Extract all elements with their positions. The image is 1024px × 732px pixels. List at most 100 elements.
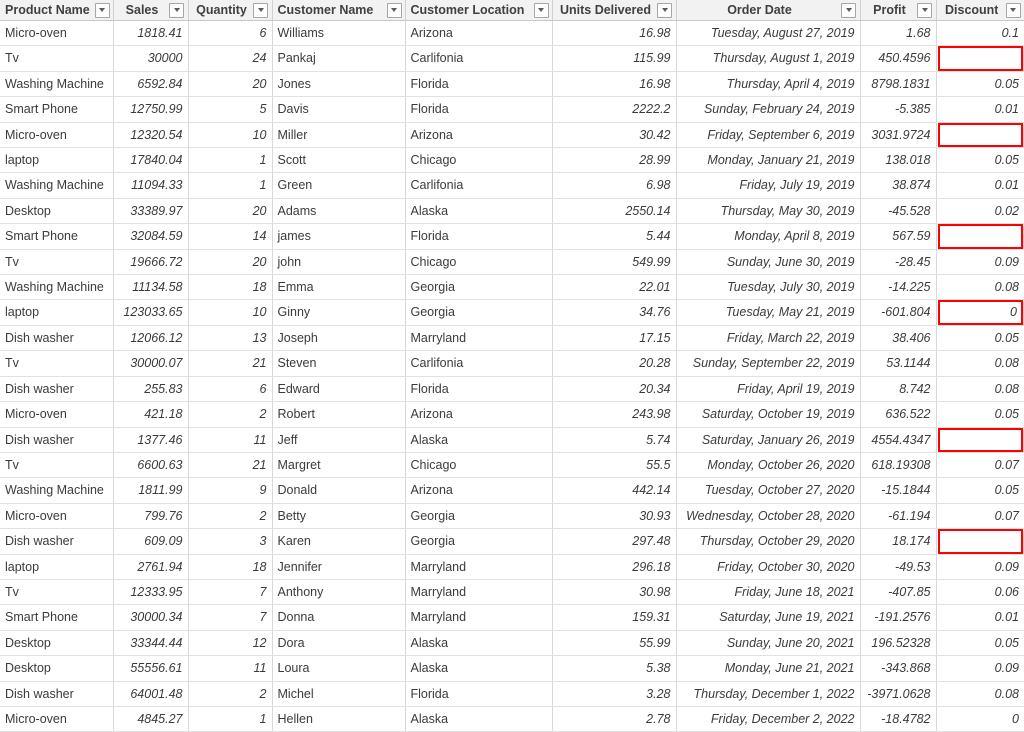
cell-discount[interactable]: 0.07 bbox=[936, 503, 1024, 528]
cell-customer_location[interactable]: Alaska bbox=[405, 198, 552, 223]
table-row[interactable]: Smart Phone30000.347DonnaMarryland159.31… bbox=[0, 605, 1024, 630]
cell-customer_name[interactable]: Steven bbox=[272, 351, 405, 376]
column-header-discount[interactable]: Discount bbox=[936, 0, 1024, 21]
cell-product_name[interactable]: Washing Machine bbox=[0, 275, 113, 300]
cell-customer_location[interactable]: Chicago bbox=[405, 452, 552, 477]
cell-quantity[interactable]: 24 bbox=[188, 46, 272, 71]
table-row[interactable]: Desktop33344.4412DoraAlaska55.99Sunday, … bbox=[0, 630, 1024, 655]
filter-dropdown-icon[interactable] bbox=[95, 3, 110, 18]
cell-customer_location[interactable]: Alaska bbox=[405, 706, 552, 731]
cell-profit[interactable]: 567.59 bbox=[860, 224, 936, 249]
cell-customer_location[interactable]: Florida bbox=[405, 71, 552, 96]
column-header-profit[interactable]: Profit bbox=[860, 0, 936, 21]
cell-discount[interactable]: 0.01 bbox=[936, 97, 1024, 122]
cell-sales[interactable]: 11094.33 bbox=[113, 173, 188, 198]
cell-profit[interactable]: 636.522 bbox=[860, 402, 936, 427]
cell-order_date[interactable]: Tuesday, October 27, 2020 bbox=[676, 478, 860, 503]
cell-sales[interactable]: 4845.27 bbox=[113, 706, 188, 731]
cell-discount[interactable]: 0.05 bbox=[936, 325, 1024, 350]
cell-profit[interactable]: 38.874 bbox=[860, 173, 936, 198]
cell-quantity[interactable]: 21 bbox=[188, 351, 272, 376]
table-row[interactable]: laptop17840.041ScottChicago28.99Monday, … bbox=[0, 148, 1024, 173]
cell-quantity[interactable]: 13 bbox=[188, 325, 272, 350]
cell-order_date[interactable]: Sunday, June 20, 2021 bbox=[676, 630, 860, 655]
filter-dropdown-icon[interactable] bbox=[917, 3, 932, 18]
cell-sales[interactable]: 1818.41 bbox=[113, 21, 188, 46]
cell-product_name[interactable]: Washing Machine bbox=[0, 478, 113, 503]
cell-order_date[interactable]: Wednesday, October 28, 2020 bbox=[676, 503, 860, 528]
cell-discount[interactable]: 0.05 bbox=[936, 148, 1024, 173]
filter-dropdown-icon[interactable] bbox=[1006, 3, 1021, 18]
cell-quantity[interactable]: 2 bbox=[188, 503, 272, 528]
cell-customer_name[interactable]: Margret bbox=[272, 452, 405, 477]
cell-quantity[interactable]: 20 bbox=[188, 198, 272, 223]
cell-profit[interactable]: 8798.1831 bbox=[860, 71, 936, 96]
cell-sales[interactable]: 11134.58 bbox=[113, 275, 188, 300]
table-row[interactable]: Dish washer255.836EdwardFlorida20.34Frid… bbox=[0, 376, 1024, 401]
cell-customer_location[interactable]: Florida bbox=[405, 224, 552, 249]
cell-discount[interactable]: 0.07 bbox=[936, 452, 1024, 477]
cell-profit[interactable]: 3031.9724 bbox=[860, 122, 936, 147]
cell-customer_location[interactable]: Georgia bbox=[405, 300, 552, 325]
cell-discount[interactable]: 0.02 bbox=[936, 198, 1024, 223]
cell-product_name[interactable]: Tv bbox=[0, 579, 113, 604]
cell-customer_name[interactable]: Green bbox=[272, 173, 405, 198]
cell-profit[interactable]: 8.742 bbox=[860, 376, 936, 401]
cell-units_delivered[interactable]: 34.76 bbox=[552, 300, 676, 325]
cell-product_name[interactable]: Tv bbox=[0, 249, 113, 274]
cell-order_date[interactable]: Tuesday, May 21, 2019 bbox=[676, 300, 860, 325]
cell-product_name[interactable]: Desktop bbox=[0, 198, 113, 223]
cell-product_name[interactable]: Micro-oven bbox=[0, 122, 113, 147]
cell-customer_name[interactable]: Anthony bbox=[272, 579, 405, 604]
cell-customer_location[interactable]: Georgia bbox=[405, 529, 552, 554]
cell-quantity[interactable]: 14 bbox=[188, 224, 272, 249]
cell-order_date[interactable]: Monday, October 26, 2020 bbox=[676, 452, 860, 477]
cell-quantity[interactable]: 18 bbox=[188, 275, 272, 300]
cell-customer_name[interactable]: Miller bbox=[272, 122, 405, 147]
cell-profit[interactable]: 138.018 bbox=[860, 148, 936, 173]
cell-customer_location[interactable]: Georgia bbox=[405, 275, 552, 300]
cell-profit[interactable]: -61.194 bbox=[860, 503, 936, 528]
table-row[interactable]: Micro-oven1818.416WilliamsArizona16.98Tu… bbox=[0, 21, 1024, 46]
cell-sales[interactable]: 55556.61 bbox=[113, 656, 188, 681]
table-row[interactable]: Smart Phone12750.995DavisFlorida2222.2Su… bbox=[0, 97, 1024, 122]
cell-order_date[interactable]: Sunday, February 24, 2019 bbox=[676, 97, 860, 122]
cell-sales[interactable]: 30000.34 bbox=[113, 605, 188, 630]
cell-sales[interactable]: 1811.99 bbox=[113, 478, 188, 503]
table-row[interactable]: Washing Machine6592.8420JonesFlorida16.9… bbox=[0, 71, 1024, 96]
cell-order_date[interactable]: Tuesday, August 27, 2019 bbox=[676, 21, 860, 46]
cell-quantity[interactable]: 7 bbox=[188, 579, 272, 604]
table-row[interactable]: Micro-oven421.182RobertArizona243.98Satu… bbox=[0, 402, 1024, 427]
cell-discount[interactable]: 0.05 bbox=[936, 478, 1024, 503]
cell-profit[interactable]: 18.174 bbox=[860, 529, 936, 554]
filter-dropdown-icon[interactable] bbox=[657, 3, 672, 18]
cell-product_name[interactable]: Micro-oven bbox=[0, 706, 113, 731]
cell-discount[interactable]: 0.06 bbox=[936, 579, 1024, 604]
cell-discount[interactable]: 0 bbox=[936, 706, 1024, 731]
cell-units_delivered[interactable]: 297.48 bbox=[552, 529, 676, 554]
cell-discount[interactable]: 0.05 bbox=[936, 402, 1024, 427]
cell-profit[interactable]: -49.53 bbox=[860, 554, 936, 579]
cell-units_delivered[interactable]: 30.98 bbox=[552, 579, 676, 604]
cell-customer_name[interactable]: Joseph bbox=[272, 325, 405, 350]
cell-units_delivered[interactable]: 55.99 bbox=[552, 630, 676, 655]
cell-profit[interactable]: -343.868 bbox=[860, 656, 936, 681]
cell-order_date[interactable]: Friday, December 2, 2022 bbox=[676, 706, 860, 731]
cell-discount[interactable]: 0.09 bbox=[936, 249, 1024, 274]
cell-quantity[interactable]: 20 bbox=[188, 71, 272, 96]
cell-product_name[interactable]: Smart Phone bbox=[0, 605, 113, 630]
cell-quantity[interactable]: 21 bbox=[188, 452, 272, 477]
cell-customer_name[interactable]: Robert bbox=[272, 402, 405, 427]
cell-customer_location[interactable]: Marryland bbox=[405, 579, 552, 604]
cell-units_delivered[interactable]: 5.38 bbox=[552, 656, 676, 681]
cell-profit[interactable]: -15.1844 bbox=[860, 478, 936, 503]
cell-order_date[interactable]: Monday, April 8, 2019 bbox=[676, 224, 860, 249]
cell-sales[interactable]: 12333.95 bbox=[113, 579, 188, 604]
cell-sales[interactable]: 799.76 bbox=[113, 503, 188, 528]
cell-product_name[interactable]: Dish washer bbox=[0, 427, 113, 452]
cell-sales[interactable]: 1377.46 bbox=[113, 427, 188, 452]
cell-product_name[interactable]: Micro-oven bbox=[0, 21, 113, 46]
cell-order_date[interactable]: Friday, October 30, 2020 bbox=[676, 554, 860, 579]
cell-units_delivered[interactable]: 30.42 bbox=[552, 122, 676, 147]
cell-units_delivered[interactable]: 20.34 bbox=[552, 376, 676, 401]
